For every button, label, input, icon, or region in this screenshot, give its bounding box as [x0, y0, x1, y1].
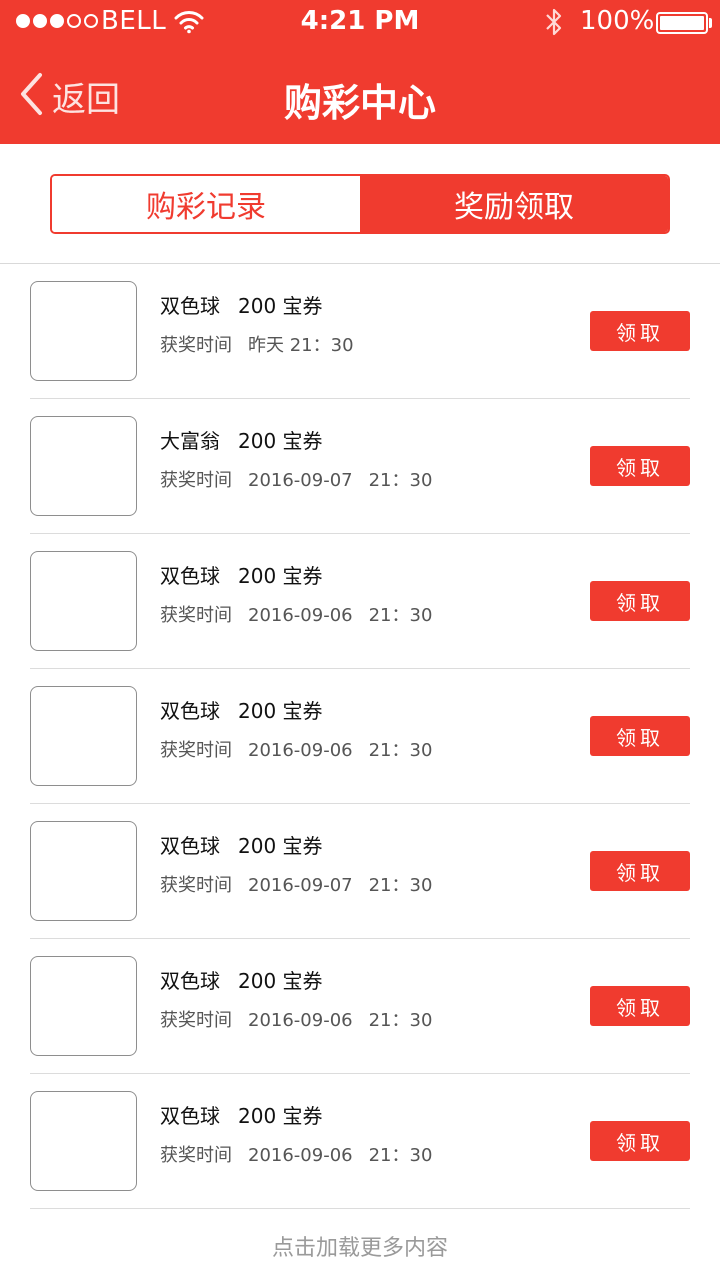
item-title-line: 双色球 200 宝券 — [160, 965, 323, 994]
item-thumbnail — [30, 551, 137, 651]
item-time-line: 获奖时间 2016-09-06 21：30 — [160, 1006, 432, 1032]
award-date: 2016-09-06 — [248, 1010, 353, 1031]
award-time: 21：30 — [368, 740, 433, 761]
list-item: 双色球 200 宝券 获奖时间 2016-09-07 21：30 领取 — [0, 804, 720, 939]
item-title-line: 双色球 200 宝券 — [160, 830, 323, 859]
bluetooth-icon — [543, 6, 565, 42]
list-item: 大富翁 200 宝券 获奖时间 2016-09-07 21：30 领取 — [0, 399, 720, 534]
lottery-name: 双色球 — [160, 834, 220, 858]
reward-amount: 200 宝券 — [238, 564, 323, 588]
claim-button[interactable]: 领取 — [590, 986, 690, 1026]
tab-reward-claim[interactable]: 奖励领取 — [360, 176, 668, 232]
time-label: 获奖时间 — [160, 740, 232, 761]
lottery-name: 双色球 — [160, 564, 220, 588]
award-time: 21：30 — [368, 605, 433, 626]
item-title-line: 双色球 200 宝券 — [160, 1100, 323, 1129]
item-time-line: 获奖时间 2016-09-07 21：30 — [160, 871, 432, 897]
item-thumbnail — [30, 686, 137, 786]
list-item: 双色球 200 宝券 获奖时间 2016-09-06 21：30 领取 — [0, 534, 720, 669]
award-time: 21：30 — [368, 1010, 433, 1031]
reward-amount: 200 宝券 — [238, 1104, 323, 1128]
battery-icon — [656, 12, 708, 34]
time-label: 获奖时间 — [160, 875, 232, 896]
item-thumbnail — [30, 1091, 137, 1191]
award-date: 2016-09-07 — [248, 470, 353, 491]
list-item: 双色球 200 宝券 获奖时间 2016-09-06 21：30 领取 — [0, 669, 720, 804]
item-time-line: 获奖时间 2016-09-06 21：30 — [160, 1141, 432, 1167]
award-date: 2016-09-07 — [248, 875, 353, 896]
item-time-line: 获奖时间 2016-09-06 21：30 — [160, 601, 432, 627]
item-thumbnail — [30, 821, 137, 921]
item-title-line: 双色球 200 宝券 — [160, 695, 323, 724]
reward-amount: 200 宝券 — [238, 969, 323, 993]
list-item: 双色球 200 宝券 获奖时间 2016-09-06 21：30 领取 — [0, 939, 720, 1074]
reward-amount: 200 宝券 — [238, 699, 323, 723]
claim-button[interactable]: 领取 — [590, 581, 690, 621]
segmented-control: 购彩记录 奖励领取 — [50, 174, 670, 234]
battery-level — [660, 16, 704, 30]
reward-amount: 200 宝券 — [238, 834, 323, 858]
status-bar: BELL 4:21 PM 100% — [0, 0, 720, 44]
item-time-line: 获奖时间 2016-09-06 21：30 — [160, 736, 432, 762]
item-thumbnail — [30, 956, 137, 1056]
lottery-name: 大富翁 — [160, 429, 220, 453]
award-date: 昨天 — [248, 335, 284, 356]
item-title-line: 双色球 200 宝券 — [160, 290, 323, 319]
list-item: 双色球 200 宝券 获奖时间 昨天 21：30 领取 — [0, 264, 720, 399]
lottery-name: 双色球 — [160, 1104, 220, 1128]
claim-button[interactable]: 领取 — [590, 851, 690, 891]
app-screen: BELL 4:21 PM 100% 返回 购彩中心 购彩记录 奖励领取 双色球 … — [0, 0, 720, 1280]
list-item: 双色球 200 宝券 获奖时间 2016-09-06 21：30 领取 — [0, 1074, 720, 1209]
reward-amount: 200 宝券 — [238, 294, 323, 318]
item-title-line: 大富翁 200 宝券 — [160, 425, 323, 454]
time-label: 获奖时间 — [160, 1010, 232, 1031]
nav-bar: 返回 购彩中心 — [0, 44, 720, 144]
lottery-name: 双色球 — [160, 294, 220, 318]
claim-button[interactable]: 领取 — [590, 1121, 690, 1161]
item-thumbnail — [30, 416, 137, 516]
time-label: 获奖时间 — [160, 605, 232, 626]
award-time: 21：30 — [289, 335, 354, 356]
award-date: 2016-09-06 — [248, 740, 353, 761]
page-title: 购彩中心 — [283, 81, 436, 125]
lottery-name: 双色球 — [160, 969, 220, 993]
award-time: 21：30 — [368, 1145, 433, 1166]
time-label: 获奖时间 — [160, 1145, 232, 1166]
item-time-line: 获奖时间 2016-09-07 21：30 — [160, 466, 432, 492]
item-time-line: 获奖时间 昨天 21：30 — [160, 331, 354, 357]
award-time: 21：30 — [368, 875, 433, 896]
battery-tip — [709, 18, 712, 28]
award-time: 21：30 — [368, 470, 433, 491]
award-date: 2016-09-06 — [248, 605, 353, 626]
reward-list: 双色球 200 宝券 获奖时间 昨天 21：30 领取 大富翁 200 宝券 获奖时间 2016… — [0, 264, 720, 1209]
header: BELL 4:21 PM 100% 返回 购彩中心 — [0, 0, 720, 144]
item-title-line: 双色球 200 宝券 — [160, 560, 323, 589]
time-label: 获奖时间 — [160, 335, 232, 356]
tab-purchase-records[interactable]: 购彩记录 — [52, 176, 360, 232]
reward-amount: 200 宝券 — [238, 429, 323, 453]
award-date: 2016-09-06 — [248, 1145, 353, 1166]
claim-button[interactable]: 领取 — [590, 716, 690, 756]
battery-percent: 100% — [580, 6, 655, 36]
claim-button[interactable]: 领取 — [590, 311, 690, 351]
load-more-link[interactable]: 点击加载更多内容 — [0, 1230, 720, 1262]
row-divider — [30, 1208, 690, 1209]
time-label: 获奖时间 — [160, 470, 232, 491]
item-thumbnail — [30, 281, 137, 381]
claim-button[interactable]: 领取 — [590, 446, 690, 486]
lottery-name: 双色球 — [160, 699, 220, 723]
